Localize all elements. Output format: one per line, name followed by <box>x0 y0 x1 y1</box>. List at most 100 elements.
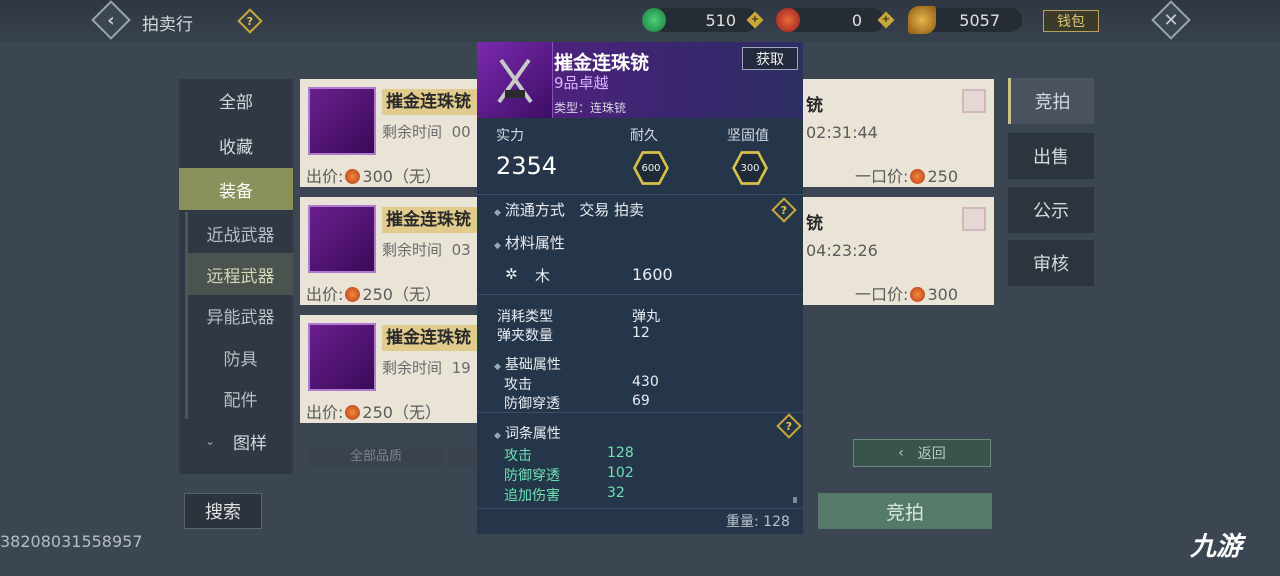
solidity-badge: 300 <box>732 151 768 185</box>
durability-label: 耐久 <box>630 128 658 144</box>
listing-remaining: 剩余时间 19 <box>382 359 471 377</box>
nav-favorites[interactable]: 收藏 <box>179 124 293 166</box>
wallet-button[interactable]: 钱包 <box>1043 10 1099 32</box>
nav-equipment[interactable]: 装备 <box>179 168 293 210</box>
add-jade-button[interactable]: + <box>746 11 764 29</box>
watermark: 九游 <box>1190 532 1243 562</box>
currency-jade: 510 <box>652 8 758 32</box>
chevron-left-icon: ‹ <box>107 9 115 31</box>
nav-ranged[interactable]: 远程武器 <box>185 253 293 295</box>
power-value: 2354 <box>496 152 558 180</box>
scrollbar[interactable] <box>793 497 797 503</box>
item-name: 摧金连珠铳 <box>554 52 650 74</box>
coin-icon <box>345 287 361 302</box>
base-attr-value: 430 <box>632 374 659 390</box>
tab-public[interactable]: 公示 <box>1008 187 1094 233</box>
listing-name: 铳 <box>806 96 823 116</box>
durability-badge: 600 <box>633 151 669 185</box>
listing-remaining: 剩余时间 00 <box>382 123 471 141</box>
affix-header: ◆ 词条属性 <box>494 426 561 442</box>
search-button[interactable]: 搜索 <box>184 493 262 529</box>
nav-psionic[interactable]: 异能武器 <box>185 294 293 336</box>
material-value: 1600 <box>632 265 673 284</box>
gun-icon <box>308 87 376 155</box>
base-attr-value: 69 <box>632 393 650 409</box>
wood-icon: ✲ <box>505 265 518 283</box>
weight-label: 重量: 128 <box>726 514 790 530</box>
listing-price: 出价: 300（无） <box>306 167 441 186</box>
gold-leaf-icon <box>908 6 936 34</box>
trade-help-icon[interactable]: ? <box>771 197 797 223</box>
listing-time: 04:23:26 <box>806 241 878 260</box>
listing-buyout: 一口价: 250 <box>855 167 958 186</box>
tab-bid[interactable]: 竞拍 <box>1008 78 1094 124</box>
trade-row: ◆ 流通方式 交易 拍卖 <box>494 201 645 219</box>
coin-icon <box>910 287 926 302</box>
gun-icon <box>308 323 376 391</box>
nav-accessories[interactable]: 配件 <box>185 377 293 419</box>
coin-icon <box>345 405 361 420</box>
divider <box>477 508 803 509</box>
listing-price: 出价: 250（无） <box>306 403 441 422</box>
listing-name: 摧金连珠铳 <box>382 207 482 233</box>
tab-review[interactable]: 审核 <box>1008 240 1094 286</box>
coin-icon <box>910 169 926 184</box>
affix-value: 32 <box>607 485 625 501</box>
return-label: 返回 <box>917 446 946 462</box>
affix-label: 防御穿透 <box>504 468 560 484</box>
affix-value: 128 <box>607 445 634 461</box>
affix-value: 102 <box>607 465 634 481</box>
close-icon: ✕ <box>1163 9 1179 31</box>
favorite-checkbox[interactable] <box>962 89 986 113</box>
material-name: 木 <box>535 267 551 285</box>
material-header: ◆ 材料属性 <box>494 234 565 252</box>
listing-card[interactable]: 摧金连珠铳 剩余时间 03 出价: 250（无） <box>300 197 482 305</box>
return-button[interactable]: ‹ 返回 <box>853 439 991 467</box>
nav-melee[interactable]: 近战武器 <box>185 212 293 254</box>
base-attr-label: 攻击 <box>504 377 532 393</box>
divider <box>477 412 803 413</box>
jade-icon <box>642 8 666 32</box>
listing-buyout: 一口价: 300 <box>855 285 958 304</box>
listing-card[interactable]: 摧金连珠铳 剩余时间 00 出价: 300（无） <box>300 79 482 187</box>
nav-all[interactable]: 全部 <box>179 79 293 121</box>
nav-armor[interactable]: 防具 <box>185 336 293 378</box>
favorite-checkbox[interactable] <box>962 207 986 231</box>
solidity-label: 坚固值 <box>727 128 769 144</box>
gun-icon <box>477 42 553 118</box>
chevron-left-icon: ‹ <box>898 445 904 461</box>
get-button[interactable]: 获取 <box>742 47 798 70</box>
power-label: 实力 <box>496 128 524 144</box>
listing-name: 摧金连珠铳 <box>382 325 482 351</box>
quality-filter[interactable]: 全部品质 <box>310 447 442 467</box>
listing-price: 出价: 250（无） <box>306 285 441 304</box>
item-tooltip: 摧金连珠铳 9品卓越 类型：连珠铳 获取 实力 耐久 坚固值 2354 600 … <box>477 42 803 534</box>
ruby-icon <box>776 8 800 32</box>
divider <box>477 294 803 295</box>
clip-value: 12 <box>632 325 650 341</box>
listing-name: 摧金连珠铳 <box>382 89 482 115</box>
nav-patterns[interactable]: ⌄ 图样 <box>179 420 293 462</box>
consume-label: 消耗类型 <box>497 309 553 325</box>
listing-card[interactable]: 铳 02:31:44 一口价: 250 <box>800 79 994 187</box>
divider <box>477 194 803 195</box>
affix-label: 追加伤害 <box>504 488 560 504</box>
listing-card[interactable]: 铳 04:23:26 一口价: 300 <box>800 197 994 305</box>
tab-sell[interactable]: 出售 <box>1008 133 1094 179</box>
item-grade: 9品卓越 <box>554 74 609 92</box>
chevron-down-icon: ⌄ <box>204 434 216 448</box>
bid-button[interactable]: 竞拍 <box>818 493 992 529</box>
page-title: 拍卖行 <box>142 15 193 35</box>
consume-value: 弹丸 <box>632 309 660 325</box>
nav-patterns-label: 图样 <box>233 433 268 454</box>
affix-label: 攻击 <box>504 448 532 464</box>
filter-dropdown[interactable] <box>448 447 478 467</box>
player-id: 38208031558957 <box>0 532 143 551</box>
gun-icon <box>308 205 376 273</box>
listing-remaining: 剩余时间 03 <box>382 241 471 259</box>
add-ruby-button[interactable]: + <box>877 11 895 29</box>
affix-help-icon[interactable]: ? <box>776 413 802 439</box>
coin-icon <box>345 169 361 184</box>
clip-label: 弹夹数量 <box>497 328 553 344</box>
listing-card[interactable]: 摧金连珠铳 剩余时间 19 出价: 250（无） <box>300 315 482 423</box>
